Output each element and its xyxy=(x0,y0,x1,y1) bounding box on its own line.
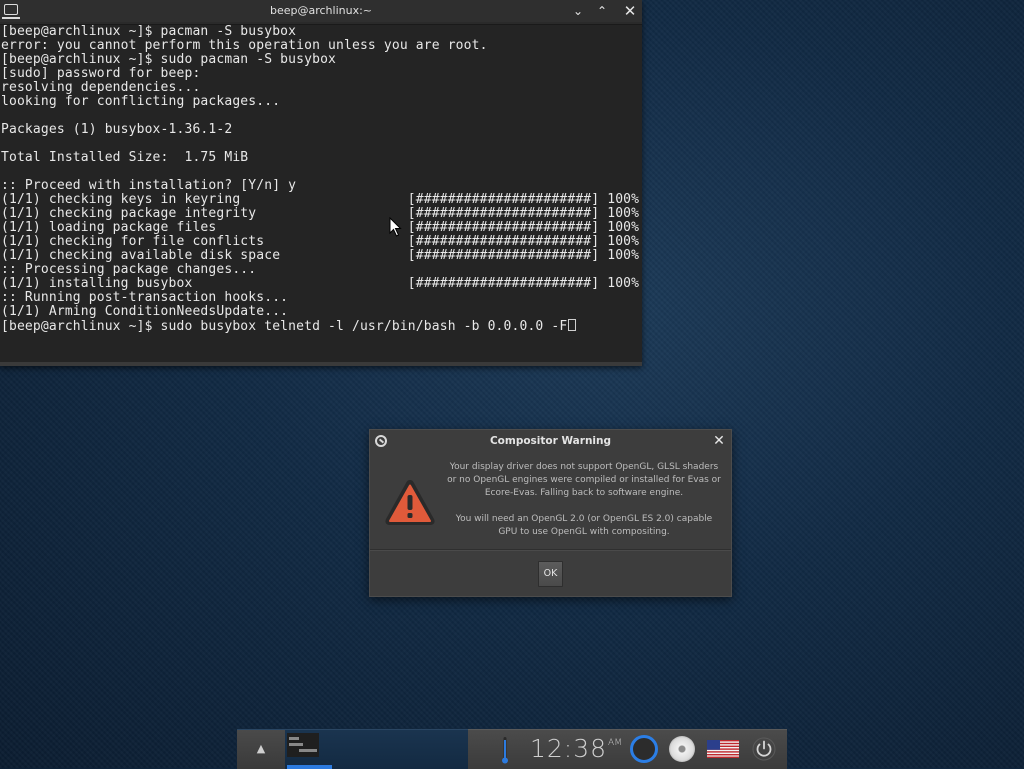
us-flag-icon[interactable] xyxy=(707,740,739,758)
terminal-line: resolving dependencies... xyxy=(1,80,201,95)
terminal-line: (1/1) loading package files [###########… xyxy=(1,220,640,235)
terminal-bottom-border xyxy=(0,362,642,366)
dialog-titlebar[interactable]: Compositor Warning ✕ xyxy=(370,430,731,452)
disc-icon[interactable] xyxy=(669,736,695,762)
terminal-titlebar[interactable]: beep@archlinux:~ ⌄ ⌃ ✕ xyxy=(0,0,642,22)
active-task-indicator xyxy=(287,765,332,769)
dialog-separator xyxy=(370,549,731,551)
warning-triangle-icon xyxy=(385,480,435,525)
terminal-window[interactable]: beep@archlinux:~ ⌄ ⌃ ✕ [beep@archlinux ~… xyxy=(0,0,642,366)
mouse-pointer-icon xyxy=(389,217,402,237)
compositor-warning-dialog[interactable]: Compositor Warning ✕ Your display driver… xyxy=(369,429,732,597)
dialog-message: Your display driver does not support Ope… xyxy=(446,461,722,539)
terminal-line: (1/1) Arming ConditionNeedsUpdate... xyxy=(1,304,289,319)
terminal-line: (1/1) installing busybox [##############… xyxy=(1,276,640,291)
terminal-line: :: Running post-transaction hooks... xyxy=(1,290,289,305)
power-icon[interactable] xyxy=(752,737,776,761)
dialog-message-1: Your display driver does not support Ope… xyxy=(447,462,721,498)
ring-icon[interactable] xyxy=(630,735,658,763)
dialog-close-button[interactable]: ✕ xyxy=(711,430,727,452)
terminal-line: [beep@archlinux ~]$ sudo pacman -S busyb… xyxy=(1,52,337,67)
taskbar-left: ▲ xyxy=(237,729,468,769)
terminal-text: [beep@archlinux ~]$ pacman -S busybox err… xyxy=(0,24,642,334)
terminal-line: (1/1) checking for file conflicts [#####… xyxy=(1,234,640,249)
terminal-line: :: Proceed with installation? [Y/n] y xyxy=(1,178,297,193)
terminal-line: [sudo] password for beep: xyxy=(1,66,201,81)
ok-button[interactable]: OK xyxy=(538,561,563,587)
terminal-line: [beep@archlinux ~]$ pacman -S busybox xyxy=(1,24,297,39)
close-button[interactable]: ✕ xyxy=(619,0,641,22)
dialog-title: Compositor Warning xyxy=(489,435,612,447)
dialog-message-2: You will need an OpenGL 2.0 (or OpenGL E… xyxy=(455,514,713,537)
terminal-output[interactable]: [beep@archlinux ~]$ pacman -S busybox err… xyxy=(0,24,642,362)
terminal-line: [beep@archlinux ~]$ sudo busybox telnetd… xyxy=(1,319,642,334)
terminal-line: looking for conflicting packages... xyxy=(1,94,281,109)
terminal-cursor xyxy=(568,319,577,331)
clock-ampm: AM xyxy=(608,738,622,748)
terminal-line: (1/1) checking available disk space [###… xyxy=(1,248,640,263)
terminal-line: Total Installed Size: 1.75 MiB xyxy=(1,150,249,165)
shelf-menu-button[interactable]: ▲ xyxy=(237,730,285,769)
clock[interactable]: 12:38AM xyxy=(530,733,622,765)
terminal-line: Packages (1) busybox-1.36.1-2 xyxy=(1,122,233,137)
thermometer-icon[interactable] xyxy=(502,736,508,764)
minimize-button[interactable]: ⌄ xyxy=(567,0,589,22)
terminal-thumbnail xyxy=(287,733,319,757)
taskbar-item-terminal[interactable] xyxy=(287,730,332,769)
clock-time: 12:38 xyxy=(530,734,608,763)
terminal-title: beep@archlinux:~ xyxy=(269,4,373,17)
terminal-line: error: you cannot perform this operation… xyxy=(1,38,488,53)
terminal-line: :: Processing package changes... xyxy=(1,262,257,277)
terminal-line: (1/1) checking keys in keyring [########… xyxy=(1,192,640,207)
taskbar-right: 12:38AM xyxy=(468,729,787,769)
maximize-button[interactable]: ⌃ xyxy=(591,0,613,22)
terminal-line: (1/1) checking package integrity [######… xyxy=(1,206,640,221)
